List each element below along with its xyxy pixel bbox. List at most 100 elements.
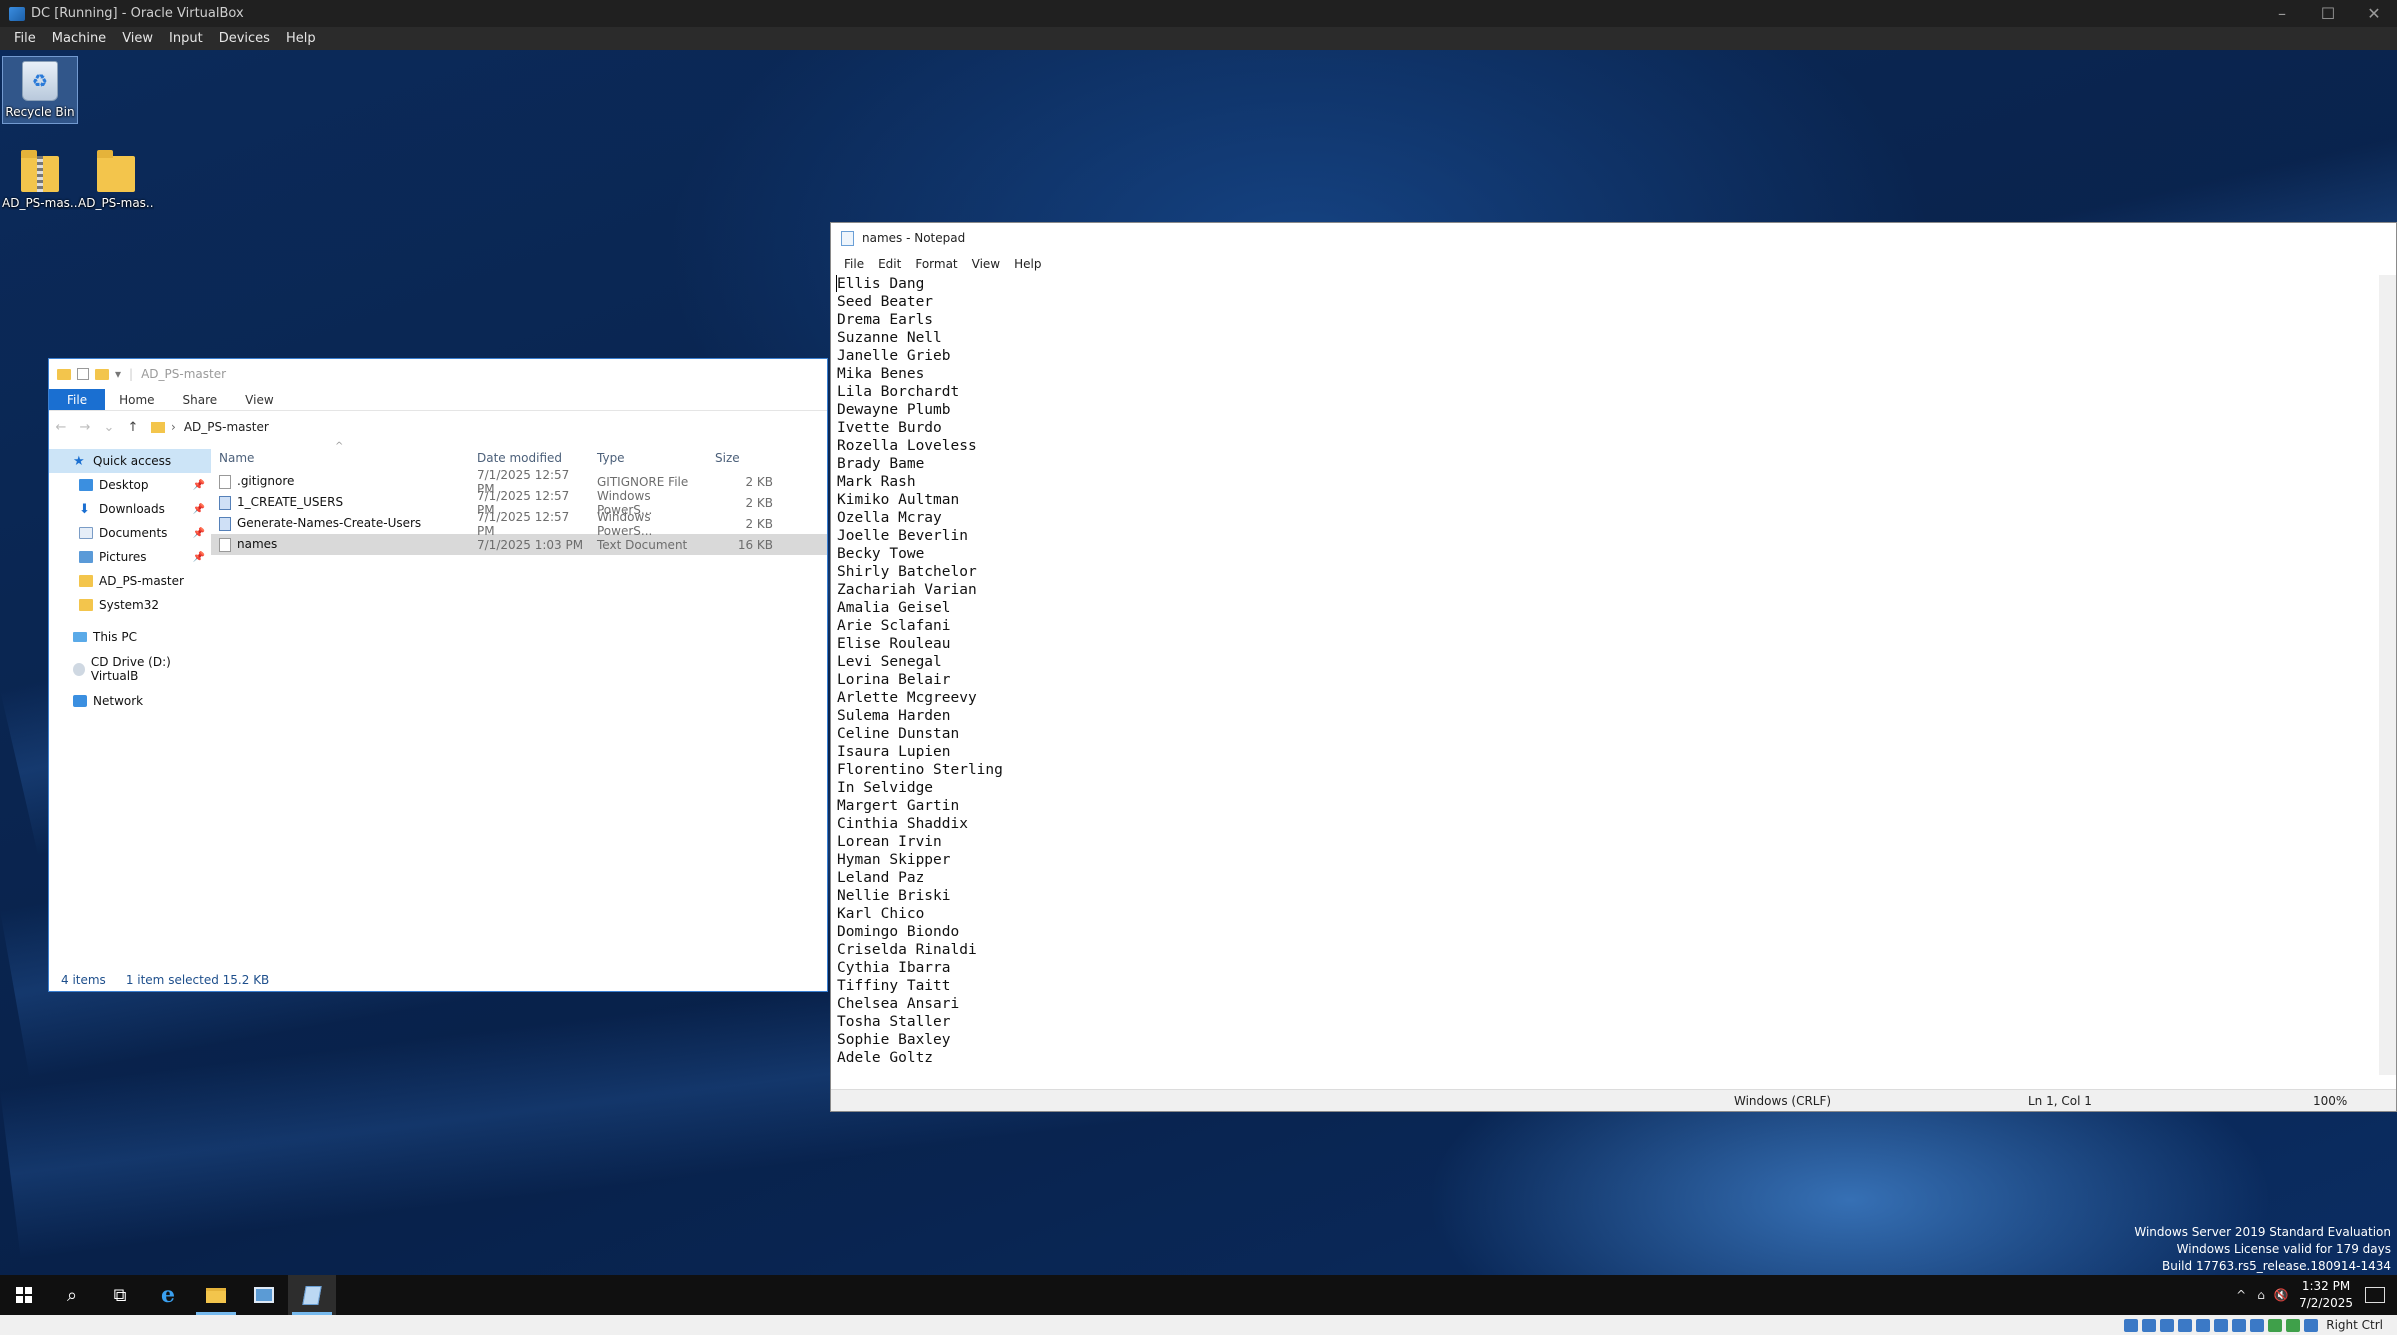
search-button[interactable]: ⌕ xyxy=(48,1275,96,1315)
text-line: Florentino Sterling xyxy=(837,762,1003,778)
notepad-window[interactable]: names - Notepad File Edit Format View He… xyxy=(830,222,2397,1112)
sort-ascending-icon: ^ xyxy=(335,441,344,452)
host-menu-help[interactable]: Help xyxy=(278,31,324,46)
notepad-vertical-scrollbar[interactable] xyxy=(2379,275,2396,1075)
shared-folders-icon[interactable] xyxy=(2214,1318,2229,1332)
notepad-title-bar[interactable]: names - Notepad xyxy=(831,223,2396,253)
desktop-icon-recycle-bin[interactable]: ♻ Recycle Bin xyxy=(2,56,78,124)
cd-drive-icon xyxy=(73,662,85,676)
display-icon[interactable] xyxy=(2232,1318,2247,1332)
file-list: ^ Name Date modified Type Size .gitignor… xyxy=(211,441,827,945)
file-row-generate-names[interactable]: Generate-Names-Create-Users 7/1/2025 12:… xyxy=(211,510,827,538)
new-folder-icon[interactable] xyxy=(95,368,109,380)
back-arrow-icon[interactable]: ← xyxy=(49,420,73,435)
start-button[interactable] xyxy=(0,1275,48,1315)
minimize-button[interactable]: – xyxy=(2259,0,2305,27)
text-line: Arlette Mcgreevy xyxy=(837,690,977,706)
notepad-menu-format[interactable]: Format xyxy=(908,257,964,271)
text-line: Margert Gartin xyxy=(837,798,960,814)
breadcrumb[interactable]: AD_PS-master xyxy=(184,420,269,434)
column-header-type[interactable]: Type xyxy=(589,451,707,465)
text-line: Adele Goltz xyxy=(837,1050,934,1066)
network-icon[interactable]: ⌂ xyxy=(2251,1288,2271,1302)
ribbon-tab-view[interactable]: View xyxy=(231,389,287,410)
tray-expand-icon[interactable]: ^ xyxy=(2231,1288,2251,1302)
host-title-bar: DC [Running] - Oracle VirtualBox – ☐ ✕ xyxy=(0,0,2397,27)
properties-icon[interactable] xyxy=(77,368,89,380)
task-view-button[interactable]: ⧉ xyxy=(96,1275,144,1315)
windows-logo-icon xyxy=(16,1287,32,1303)
host-menu-input[interactable]: Input xyxy=(161,31,211,46)
explorer-title-bar[interactable]: ▾ | AD_PS-master xyxy=(49,359,827,389)
recent-chevron-icon[interactable]: ⌄ xyxy=(97,420,121,435)
nav-folder-ad-ps-master[interactable]: AD_PS-master xyxy=(49,569,211,593)
network-adapter-icon[interactable] xyxy=(2178,1318,2193,1332)
taskbar-file-explorer[interactable] xyxy=(192,1275,240,1315)
taskbar-notepad[interactable] xyxy=(288,1275,336,1315)
nav-desktop[interactable]: Desktop 📌 xyxy=(49,473,211,497)
taskbar-internet-explorer[interactable]: e xyxy=(144,1275,192,1315)
taskbar-server-manager[interactable] xyxy=(240,1275,288,1315)
line-ending-indicator: Windows (CRLF) xyxy=(1734,1094,1832,1108)
nav-pictures[interactable]: Pictures 📌 xyxy=(49,545,211,569)
star-icon: ★ xyxy=(73,453,85,469)
text-line: Shirly Batchelor xyxy=(837,564,977,580)
usb-icon[interactable] xyxy=(2196,1318,2211,1332)
column-header-size[interactable]: Size xyxy=(707,451,777,465)
ribbon-tab-file[interactable]: File xyxy=(49,389,106,410)
address-bar[interactable]: ← → ⌄ ↑ › AD_PS-master xyxy=(49,411,827,443)
host-menu-devices[interactable]: Devices xyxy=(211,31,278,46)
nav-documents[interactable]: Documents 📌 xyxy=(49,521,211,545)
cpu-activity-icon[interactable] xyxy=(2268,1318,2283,1332)
host-status-bar: Right Ctrl xyxy=(0,1315,2397,1335)
file-name: 1_CREATE_USERS xyxy=(237,495,344,510)
keyboard-capture-icon[interactable] xyxy=(2304,1318,2319,1332)
column-header-date[interactable]: Date modified xyxy=(469,451,589,465)
host-menu-machine[interactable]: Machine xyxy=(44,31,114,46)
nav-this-pc[interactable]: This PC xyxy=(49,625,211,649)
desktop-icon-zip-folder[interactable]: AD_PS-mas... xyxy=(2,150,78,210)
notepad-menu-help[interactable]: Help xyxy=(1007,257,1048,271)
nav-quick-access[interactable]: ★ Quick access xyxy=(49,449,211,473)
text-line: Tiffiny Taitt xyxy=(837,978,951,994)
host-menu-file[interactable]: File xyxy=(6,31,44,46)
forward-arrow-icon[interactable]: → xyxy=(73,420,97,435)
text-line: Joelle Beverlin xyxy=(837,528,968,544)
ribbon-tab-home[interactable]: Home xyxy=(105,389,168,410)
file-explorer-window[interactable]: ▾ | AD_PS-master File Home Share View ← … xyxy=(48,358,828,992)
download-icon: ⬇ xyxy=(79,501,90,517)
desktop-icon-folder[interactable]: AD_PS-mas... xyxy=(78,150,154,210)
action-center-icon[interactable] xyxy=(2365,1287,2385,1303)
clock[interactable]: 1:32 PM 7/2/2025 xyxy=(2299,1278,2353,1312)
optical-drive-icon[interactable] xyxy=(2142,1318,2157,1332)
nav-label: This PC xyxy=(93,630,137,644)
recording-icon[interactable] xyxy=(2250,1318,2265,1332)
notepad-title: names - Notepad xyxy=(862,231,966,245)
host-menu-view[interactable]: View xyxy=(114,31,161,46)
nav-folder-system32[interactable]: System32 xyxy=(49,593,211,617)
ribbon-tab-share[interactable]: Share xyxy=(169,389,232,410)
up-arrow-icon[interactable]: ↑ xyxy=(121,420,145,435)
hard-disk-icon[interactable] xyxy=(2124,1318,2139,1332)
notepad-text-area[interactable]: Ellis Dang Seed Beater Drema Earls Suzanne … xyxy=(835,275,2375,1075)
close-button[interactable]: ✕ xyxy=(2351,0,2397,27)
text-line: Chelsea Ansari xyxy=(837,996,960,1012)
notepad-menu-file[interactable]: File xyxy=(837,257,871,271)
nav-cd-drive[interactable]: CD Drive (D:) VirtualB xyxy=(49,655,211,683)
chevron-down-icon[interactable]: ▾ xyxy=(115,367,121,381)
audio-icon[interactable] xyxy=(2160,1318,2175,1332)
title-divider: | xyxy=(129,367,134,381)
mouse-integration-icon[interactable] xyxy=(2286,1318,2301,1332)
volume-muted-icon[interactable]: 🔇 xyxy=(2271,1288,2291,1302)
folder-icon xyxy=(97,150,135,192)
file-name: names xyxy=(237,537,278,552)
notepad-icon xyxy=(302,1285,322,1305)
column-header-name[interactable]: Name xyxy=(211,451,469,465)
nav-network[interactable]: Network xyxy=(49,689,211,713)
pictures-icon xyxy=(79,551,93,563)
nav-downloads[interactable]: ⬇ Downloads 📌 xyxy=(49,497,211,521)
file-row-names[interactable]: names 7/1/2025 1:03 PM Text Document 16 … xyxy=(211,534,827,555)
notepad-menu-edit[interactable]: Edit xyxy=(871,257,908,271)
maximize-button[interactable]: ☐ xyxy=(2305,0,2351,27)
notepad-menu-view[interactable]: View xyxy=(965,257,1007,271)
